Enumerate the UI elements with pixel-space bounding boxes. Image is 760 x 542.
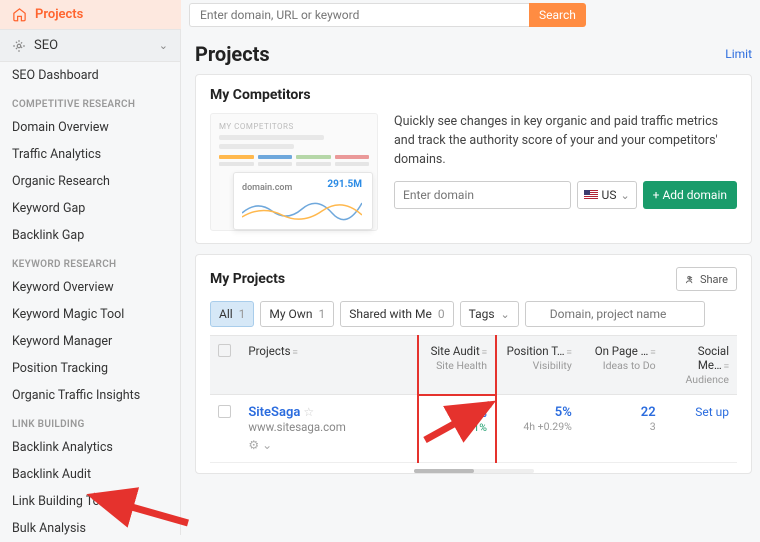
limits-link[interactable]: Limit <box>725 47 752 61</box>
filter-shared[interactable]: Shared with Me0 <box>340 301 453 327</box>
sidebar-item[interactable]: Keyword Gap <box>0 195 180 222</box>
onpage-value[interactable]: 22 <box>588 405 656 420</box>
site-audit-value[interactable]: 92% <box>427 406 487 421</box>
competitors-desc: Quickly see changes in key organic and p… <box>394 113 737 169</box>
sidebar-item[interactable]: Organic Traffic Insights <box>0 382 180 409</box>
projects-title: My Projects <box>210 271 285 287</box>
seo-label: SEO <box>34 38 151 53</box>
sort-icon: ≡ <box>293 348 298 358</box>
competitors-card: My Competitors MY COMPETITORS domain.com… <box>195 74 752 244</box>
seo-icon <box>12 39 26 53</box>
sort-icon: ≡ <box>482 348 487 358</box>
sidebar-section: COMPETITIVE RESEARCH <box>0 89 180 114</box>
col-onpage[interactable]: On Page … <box>595 344 649 358</box>
us-flag-icon <box>584 190 598 200</box>
chevron-down-icon: ⌄ <box>620 189 629 202</box>
chevron-down-icon: ⌄ <box>159 39 168 52</box>
col-site-audit[interactable]: Site Audit <box>431 344 480 358</box>
competitors-title: My Competitors <box>210 87 737 103</box>
sort-icon: ≡ <box>650 348 655 358</box>
filter-myown[interactable]: My Own1 <box>260 301 334 327</box>
gear-icon[interactable]: ⚙︎ ⌄ <box>248 438 272 452</box>
star-icon[interactable]: ☆ <box>303 405 314 419</box>
share-icon <box>685 274 696 285</box>
country-select[interactable]: US ⌄ <box>577 181 637 209</box>
competitor-domain-input[interactable] <box>394 181 571 209</box>
sidebar-item[interactable]: Backlink Audit <box>0 461 180 488</box>
sidebar-item[interactable]: Keyword Manager <box>0 328 180 355</box>
select-all-checkbox[interactable] <box>218 344 231 357</box>
competitors-illustration: MY COMPETITORS domain.com 291.5M <box>210 113 378 231</box>
tags-select[interactable]: Tags⌄ <box>460 301 519 327</box>
add-domain-button[interactable]: + Add domain <box>643 181 737 209</box>
sidebar-item[interactable]: Bulk Analysis <box>0 515 180 535</box>
social-setup-link[interactable]: Set up <box>695 405 729 419</box>
table-row: SiteSaga☆ www.sitesaga.com ⚙︎ ⌄ 92%+1% 5… <box>210 395 737 463</box>
sidebar: SEO ⌄ SEO Dashboard COMPETITIVE RESEARCH… <box>0 30 181 535</box>
search-button[interactable]: Search <box>529 3 586 27</box>
project-search-input[interactable] <box>525 301 705 327</box>
position-value[interactable]: 5% <box>505 405 572 420</box>
position-sub: 4h +0.29% <box>505 420 572 433</box>
sidebar-item[interactable]: Link Building Tool <box>0 488 180 515</box>
onpage-sub: 3 <box>588 420 656 433</box>
sidebar-item[interactable]: Organic Research <box>0 168 180 195</box>
sidebar-item[interactable]: Backlink Analytics <box>0 434 180 461</box>
project-url: www.sitesaga.com <box>248 420 345 434</box>
col-position[interactable]: Position T… <box>507 344 565 358</box>
project-name-link[interactable]: SiteSaga <box>248 405 300 420</box>
page-title: Projects <box>195 42 270 66</box>
share-button[interactable]: Share <box>676 267 737 291</box>
projects-label: Projects <box>35 7 83 22</box>
sort-icon: ≡ <box>724 362 729 372</box>
sidebar-item[interactable]: Domain Overview <box>0 114 180 141</box>
sidebar-item[interactable]: Traffic Analytics <box>0 141 180 168</box>
sidebar-seo-header[interactable]: SEO ⌄ <box>0 30 180 62</box>
sidebar-item[interactable]: Keyword Magic Tool <box>0 301 180 328</box>
horizontal-scrollbar[interactable] <box>414 469 534 473</box>
sidebar-section: LINK BUILDING <box>0 409 180 434</box>
row-checkbox[interactable] <box>218 405 231 418</box>
projects-nav[interactable]: Projects <box>0 0 181 30</box>
projects-table: Projects≡ Site Audit≡Site Health Positio… <box>210 335 737 463</box>
sidebar-item[interactable]: Keyword Overview <box>0 274 180 301</box>
home-icon <box>12 7 27 22</box>
filter-all[interactable]: All1 <box>210 301 254 327</box>
sidebar-item[interactable]: Backlink Gap <box>0 222 180 249</box>
sidebar-section: KEYWORD RESEARCH <box>0 249 180 274</box>
projects-card: My Projects Share All1 My Own1 Shared wi… <box>195 254 752 474</box>
global-search-input[interactable] <box>189 3 529 27</box>
sidebar-item[interactable]: Position Tracking <box>0 355 180 382</box>
site-audit-delta: +1% <box>427 421 487 434</box>
col-projects[interactable]: Projects <box>248 344 290 358</box>
chevron-down-icon: ⌄ <box>501 308 510 321</box>
sidebar-item[interactable]: SEO Dashboard <box>0 62 180 89</box>
sort-icon: ≡ <box>567 348 572 358</box>
